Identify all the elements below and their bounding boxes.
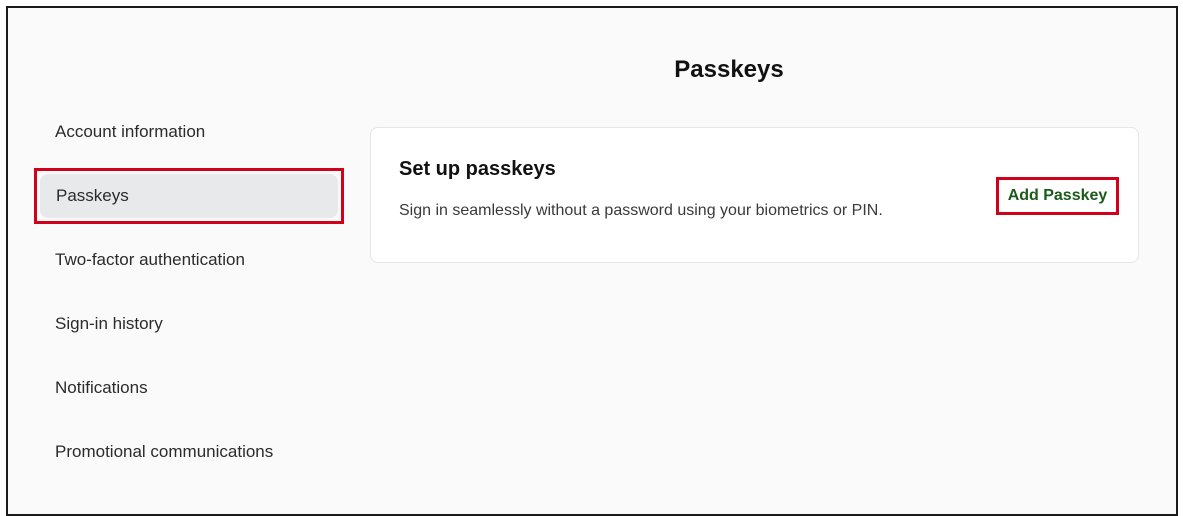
sidebar-item-two-factor-authentication[interactable]: Two-factor authentication bbox=[34, 232, 344, 288]
sidebar-item-notifications[interactable]: Notifications bbox=[34, 360, 344, 416]
sidebar-nav: Account information Passkeys Two-factor … bbox=[34, 104, 344, 488]
sidebar-item-active-bg: Passkeys bbox=[40, 174, 338, 218]
sidebar-item-account-information[interactable]: Account information bbox=[34, 104, 344, 160]
sidebar-item-promotional-communications[interactable]: Promotional communications bbox=[34, 424, 344, 480]
card-description: Sign in seamlessly without a password us… bbox=[399, 202, 883, 219]
sidebar-item-label: Promotional communications bbox=[55, 442, 274, 461]
sidebar-item-sign-in-history[interactable]: Sign-in history bbox=[34, 296, 344, 352]
card-title: Set up passkeys bbox=[399, 158, 556, 180]
sidebar-item-label: Two-factor authentication bbox=[55, 250, 245, 269]
sidebar-item-label: Notifications bbox=[55, 378, 148, 397]
sidebar-item-label: Sign-in history bbox=[55, 314, 163, 333]
sidebar-item-label: Passkeys bbox=[56, 186, 129, 205]
sidebar-item-passkeys[interactable]: Passkeys bbox=[34, 168, 344, 224]
page-title: Passkeys bbox=[674, 56, 784, 83]
passkey-setup-card: Set up passkeys Sign in seamlessly witho… bbox=[370, 127, 1139, 263]
sidebar-item-label: Account information bbox=[55, 122, 206, 141]
add-passkey-button[interactable]: Add Passkey bbox=[996, 177, 1119, 215]
